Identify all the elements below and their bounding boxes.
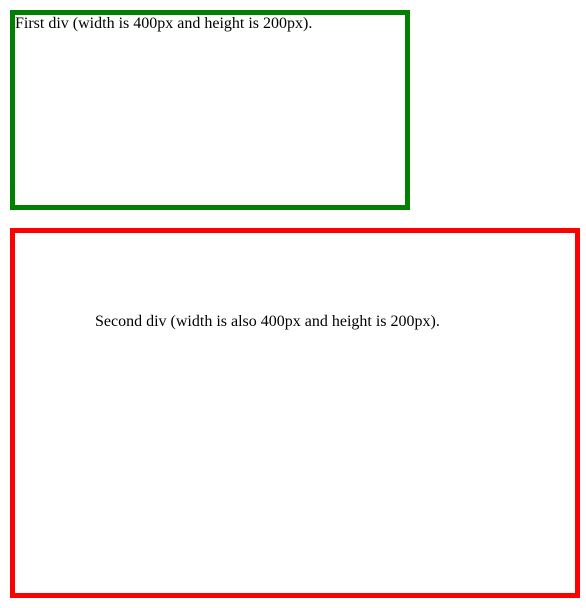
first-div-box: First div (width is 400px and height is … xyxy=(10,10,410,210)
first-div-text: First div (width is 400px and height is … xyxy=(15,15,312,32)
second-div-box: Second div (width is also 400px and heig… xyxy=(10,228,580,598)
second-div-text: Second div (width is also 400px and heig… xyxy=(95,313,440,330)
